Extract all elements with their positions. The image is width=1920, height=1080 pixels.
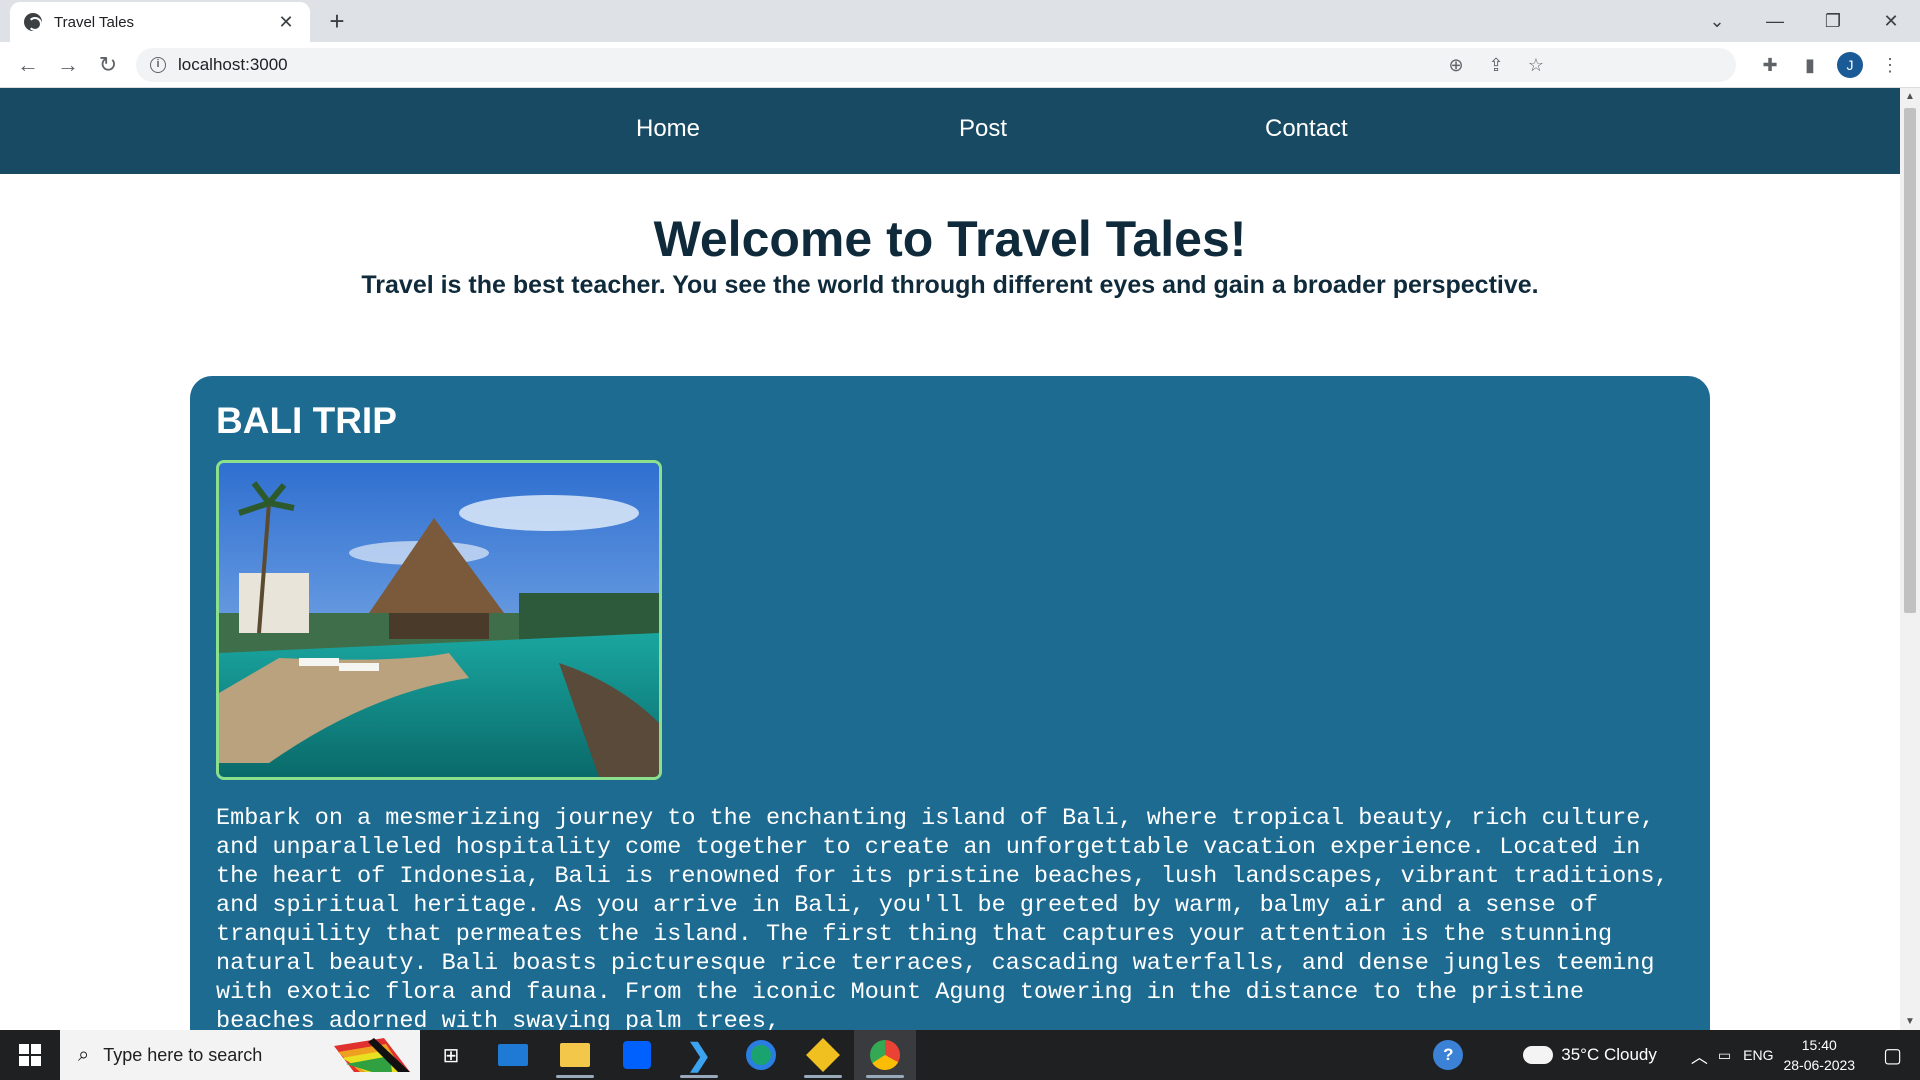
- post-card: BALI TRIP Embark on a mesmerizing journe…: [190, 376, 1710, 1030]
- search-placeholder: Type here to search: [103, 1044, 263, 1065]
- page-subtitle: Travel is the best teacher. You see the …: [361, 271, 1539, 299]
- omnibox-actions: ⊕ ⇪ ☆: [1436, 48, 1556, 82]
- running-indicator: [804, 1075, 842, 1078]
- browser-tab[interactable]: Travel Tales ✕: [10, 2, 310, 42]
- cloud-icon: [1523, 1046, 1554, 1064]
- git-icon[interactable]: [792, 1030, 854, 1080]
- battery-icon[interactable]: ▭: [1718, 1047, 1731, 1064]
- scroll-down-icon[interactable]: ▼: [1900, 1016, 1920, 1027]
- mail-icon[interactable]: [482, 1030, 544, 1080]
- taskbar-search[interactable]: ⌕ Type here to search: [60, 1030, 420, 1080]
- chevron-up-icon[interactable]: ︿: [1691, 1043, 1708, 1068]
- post-title: BALI TRIP: [216, 400, 397, 441]
- browser-toolbar: ← → ↻ i localhost:3000 ⊕ ⇪ ☆ ✚ ▮ J ⋮: [0, 42, 1920, 88]
- post-body: Embark on a mesmerizing journey to the e…: [216, 805, 1669, 1030]
- start-button[interactable]: [0, 1030, 60, 1080]
- vscode-icon[interactable]: ❯: [668, 1030, 730, 1080]
- clock-time: 15:40: [1801, 1037, 1837, 1053]
- menu-icon[interactable]: ⋮: [1870, 55, 1910, 76]
- running-indicator: [866, 1075, 904, 1078]
- restore-button[interactable]: ❐: [1804, 11, 1862, 32]
- windows-taskbar: ⌕ Type here to search ⊞ ❯ ? 35°C Cloudy …: [0, 1030, 1920, 1080]
- zoom-icon[interactable]: ⊕: [1436, 55, 1476, 76]
- star-icon[interactable]: ☆: [1516, 55, 1556, 76]
- pride-flag-icon: [334, 1038, 410, 1072]
- page-title: Welcome to Travel Tales!: [653, 211, 1247, 267]
- site-navbar: Home Post Contact: [0, 88, 1900, 174]
- notification-icon[interactable]: ▢: [1883, 1043, 1902, 1068]
- page-viewport: Home Post Contact Welcome to Travel Tale…: [0, 88, 1900, 1030]
- browser-tabstrip: Travel Tales ✕ + ⌄ — ❐ ✕: [0, 0, 1920, 42]
- url-text[interactable]: localhost:3000: [178, 55, 288, 75]
- close-window-button[interactable]: ✕: [1862, 11, 1920, 32]
- scrollbar-thumb[interactable]: [1904, 108, 1916, 613]
- language-indicator[interactable]: ENG: [1743, 1047, 1773, 1063]
- back-button[interactable]: ←: [8, 52, 48, 78]
- window-controls: ⌄ — ❐ ✕: [1688, 0, 1920, 42]
- search-icon: ⌕: [78, 1043, 90, 1066]
- sidepanel-icon[interactable]: ▮: [1790, 55, 1830, 76]
- extensions-icon[interactable]: ✚: [1750, 55, 1790, 76]
- chrome-icon[interactable]: [854, 1030, 916, 1080]
- task-view-icon[interactable]: ⊞: [420, 1030, 482, 1080]
- weather-text[interactable]: 35°C Cloudy: [1561, 1045, 1657, 1065]
- scroll-up-icon[interactable]: ▲: [1900, 91, 1920, 102]
- system-tray: ? 35°C Cloudy ︿ ▭ ENG 15:40 28-06-2023 ▢: [1433, 1030, 1920, 1080]
- profile-avatar[interactable]: J: [1837, 52, 1863, 78]
- nav-link-post[interactable]: Post: [959, 115, 1007, 143]
- running-indicator: [556, 1075, 594, 1078]
- forward-button[interactable]: →: [48, 52, 88, 78]
- running-indicator: [680, 1075, 718, 1078]
- page-scrollbar[interactable]: ▲ ▼: [1900, 88, 1920, 1030]
- globe-icon: [24, 13, 42, 31]
- post-image: [216, 460, 662, 780]
- share-icon[interactable]: ⇪: [1476, 55, 1516, 76]
- close-tab-icon[interactable]: ✕: [276, 12, 296, 33]
- tab-title: Travel Tales: [54, 13, 135, 31]
- edge-icon[interactable]: [730, 1030, 792, 1080]
- nav-link-contact[interactable]: Contact: [1265, 115, 1348, 143]
- new-tab-button[interactable]: +: [322, 8, 352, 34]
- help-icon[interactable]: ?: [1433, 1040, 1464, 1070]
- nav-link-home[interactable]: Home: [636, 115, 700, 143]
- taskbar-clock[interactable]: 15:40 28-06-2023: [1783, 1035, 1855, 1075]
- site-info-icon[interactable]: i: [150, 57, 166, 73]
- address-bar[interactable]: i localhost:3000 ⊕ ⇪ ☆: [136, 48, 1736, 82]
- clock-date: 28-06-2023: [1783, 1057, 1856, 1073]
- minimize-button[interactable]: —: [1746, 11, 1804, 32]
- bali-resort-image: [219, 463, 659, 777]
- file-explorer-icon[interactable]: [544, 1030, 606, 1080]
- reload-button[interactable]: ↻: [88, 52, 128, 78]
- tab-search-icon[interactable]: ⌄: [1688, 11, 1746, 32]
- dropbox-icon[interactable]: [606, 1030, 668, 1080]
- toolbar-right: ✚ ▮ J ⋮: [1750, 42, 1910, 88]
- windows-logo-icon: [19, 1044, 41, 1066]
